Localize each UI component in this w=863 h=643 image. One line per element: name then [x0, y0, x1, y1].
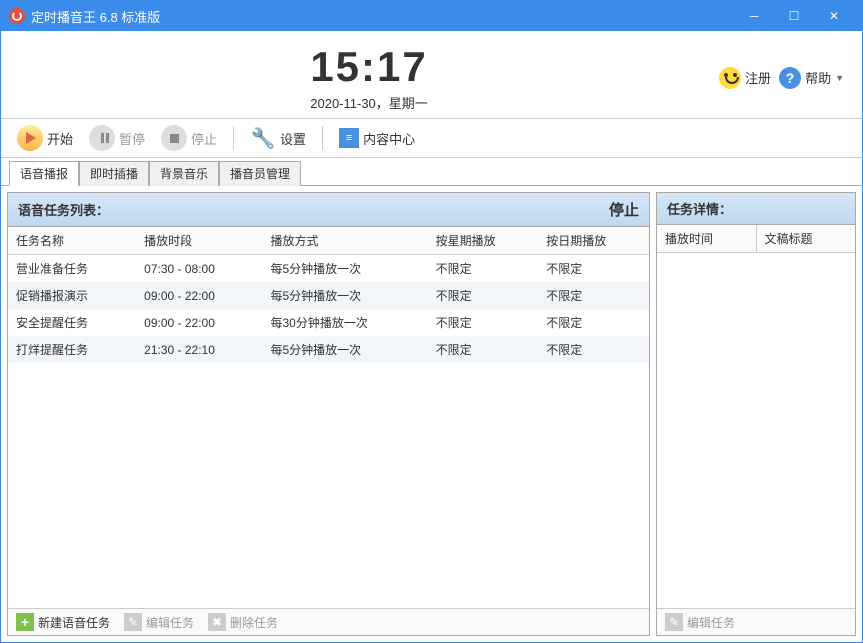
tab-voice-broadcast[interactable]: 语音播报 — [9, 161, 79, 186]
tab-instant-insert[interactable]: 即时插播 — [79, 161, 149, 186]
cell-name: 营业准备任务 — [8, 255, 136, 283]
cell-byDate: 不限定 — [538, 309, 649, 336]
edit-icon: ✎ — [124, 613, 142, 631]
cell-byWeek: 不限定 — [428, 336, 539, 363]
cell-name: 打烊提醒任务 — [8, 336, 136, 363]
new-task-label: 新建语音任务 — [38, 614, 110, 631]
stop-label: 停止 — [191, 129, 217, 148]
cell-byWeek: 不限定 — [428, 309, 539, 336]
cell-byDate: 不限定 — [538, 336, 649, 363]
detail-col-time[interactable]: 播放时间 — [657, 225, 757, 252]
detail-columns: 播放时间 文稿标题 — [657, 225, 855, 253]
help-icon: ? — [779, 67, 801, 89]
new-task-button[interactable]: + 新建语音任务 — [16, 613, 110, 631]
detail-body — [657, 253, 855, 608]
cell-period: 21:30 - 22:10 — [136, 336, 262, 363]
table-row[interactable]: 营业准备任务07:30 - 08:00每5分钟播放一次不限定不限定 — [8, 255, 649, 283]
pause-label: 暂停 — [119, 129, 145, 148]
help-label: 帮助 — [805, 68, 831, 87]
delete-task-button[interactable]: ✖ 删除任务 — [208, 613, 278, 631]
tab-background-music[interactable]: 背景音乐 — [149, 161, 219, 186]
detail-col-title[interactable]: 文稿标题 — [757, 225, 856, 252]
edit-task-label: 编辑任务 — [146, 614, 194, 631]
cell-period: 09:00 - 22:00 — [136, 282, 262, 309]
edit-icon: ✎ — [665, 613, 683, 631]
task-table: 任务名称 播放时段 播放方式 按星期播放 按日期播放 营业准备任务07:30 -… — [8, 227, 649, 363]
toolbar-separator — [322, 126, 323, 150]
play-icon — [17, 125, 43, 151]
cell-period: 07:30 - 08:00 — [136, 255, 262, 283]
maximize-button[interactable]: ☐ — [774, 1, 814, 31]
cell-method: 每5分钟播放一次 — [262, 336, 427, 363]
titlebar: 定时播音王 6.8 标准版 ─ ☐ ✕ — [1, 1, 862, 31]
task-list-title: 语音任务列表： — [18, 200, 109, 219]
task-list-header: 语音任务列表： 停止 — [8, 193, 649, 227]
task-table-wrap: 任务名称 播放时段 播放方式 按星期播放 按日期播放 营业准备任务07:30 -… — [8, 227, 649, 608]
tab-announcer-manage[interactable]: 播音员管理 — [219, 161, 301, 186]
table-row[interactable]: 打烊提醒任务21:30 - 22:10每5分钟播放一次不限定不限定 — [8, 336, 649, 363]
cell-method: 每5分钟播放一次 — [262, 255, 427, 283]
stop-button[interactable]: 停止 — [157, 123, 221, 153]
content-area: 语音任务列表： 停止 任务名称 播放时段 播放方式 按星期播放 按日期播放 — [1, 186, 862, 642]
document-icon: ≡ — [339, 128, 359, 148]
col-by-date[interactable]: 按日期播放 — [538, 227, 649, 255]
settings-label: 设置 — [280, 129, 306, 148]
register-label: 注册 — [745, 68, 771, 87]
cell-method: 每30分钟播放一次 — [262, 309, 427, 336]
register-button[interactable]: 注册 — [719, 67, 771, 89]
cell-byWeek: 不限定 — [428, 255, 539, 283]
help-button[interactable]: ? 帮助 ▼ — [779, 67, 844, 89]
plus-icon: + — [16, 613, 34, 631]
cell-name: 促销播报演示 — [8, 282, 136, 309]
settings-button[interactable]: 🔧 设置 — [246, 123, 310, 153]
detail-edit-label: 编辑任务 — [687, 614, 735, 631]
chevron-down-icon: ▼ — [835, 73, 844, 83]
pause-icon — [89, 125, 115, 151]
app-window: 定时播音王 6.8 标准版 ─ ☐ ✕ 15:17 2020-11-30，星期一… — [0, 0, 863, 643]
smiley-icon — [719, 67, 741, 89]
cell-method: 每5分钟播放一次 — [262, 282, 427, 309]
table-row[interactable]: 促销播报演示09:00 - 22:00每5分钟播放一次不限定不限定 — [8, 282, 649, 309]
minimize-button[interactable]: ─ — [734, 1, 774, 31]
task-detail-title: 任务详情： — [667, 199, 732, 218]
detail-edit-button[interactable]: ✎ 编辑任务 — [665, 613, 735, 631]
detail-footer: ✎ 编辑任务 — [657, 608, 855, 635]
stop-icon — [161, 125, 187, 151]
col-play-period[interactable]: 播放时段 — [136, 227, 262, 255]
toolbar-separator — [233, 126, 234, 150]
status-link[interactable]: 停止 — [609, 199, 639, 220]
app-icon — [9, 8, 25, 24]
task-list-footer: + 新建语音任务 ✎ 编辑任务 ✖ 删除任务 — [8, 608, 649, 635]
gear-icon: 🔧 — [250, 125, 276, 151]
cell-byWeek: 不限定 — [428, 282, 539, 309]
toolbar: 开始 暂停 停止 🔧 设置 ≡ 内容中心 — [1, 118, 862, 158]
col-task-name[interactable]: 任务名称 — [8, 227, 136, 255]
task-detail-panel: 任务详情： 播放时间 文稿标题 ✎ 编辑任务 — [656, 192, 856, 636]
task-detail-header: 任务详情： — [657, 193, 855, 225]
content-label: 内容中心 — [363, 129, 415, 148]
window-title: 定时播音王 6.8 标准版 — [31, 7, 734, 26]
pause-button[interactable]: 暂停 — [85, 123, 149, 153]
clock-date: 2020-11-30，星期一 — [19, 93, 719, 112]
close-button[interactable]: ✕ — [814, 1, 854, 31]
cell-name: 安全提醒任务 — [8, 309, 136, 336]
clock-area: 15:17 2020-11-30，星期一 — [19, 43, 719, 112]
start-button[interactable]: 开始 — [13, 123, 77, 153]
content-center-button[interactable]: ≡ 内容中心 — [335, 126, 419, 150]
cell-byDate: 不限定 — [538, 282, 649, 309]
cell-period: 09:00 - 22:00 — [136, 309, 262, 336]
start-label: 开始 — [47, 129, 73, 148]
edit-task-button[interactable]: ✎ 编辑任务 — [124, 613, 194, 631]
col-by-week[interactable]: 按星期播放 — [428, 227, 539, 255]
delete-task-label: 删除任务 — [230, 614, 278, 631]
col-play-method[interactable]: 播放方式 — [262, 227, 427, 255]
clock-time: 15:17 — [19, 43, 719, 91]
cell-byDate: 不限定 — [538, 255, 649, 283]
header-buttons: 注册 ? 帮助 ▼ — [719, 67, 844, 89]
tab-bar: 语音播报 即时插播 背景音乐 播音员管理 — [1, 160, 862, 186]
task-list-panel: 语音任务列表： 停止 任务名称 播放时段 播放方式 按星期播放 按日期播放 — [7, 192, 650, 636]
table-row[interactable]: 安全提醒任务09:00 - 22:00每30分钟播放一次不限定不限定 — [8, 309, 649, 336]
delete-icon: ✖ — [208, 613, 226, 631]
header: 15:17 2020-11-30，星期一 注册 ? 帮助 ▼ — [1, 31, 862, 118]
